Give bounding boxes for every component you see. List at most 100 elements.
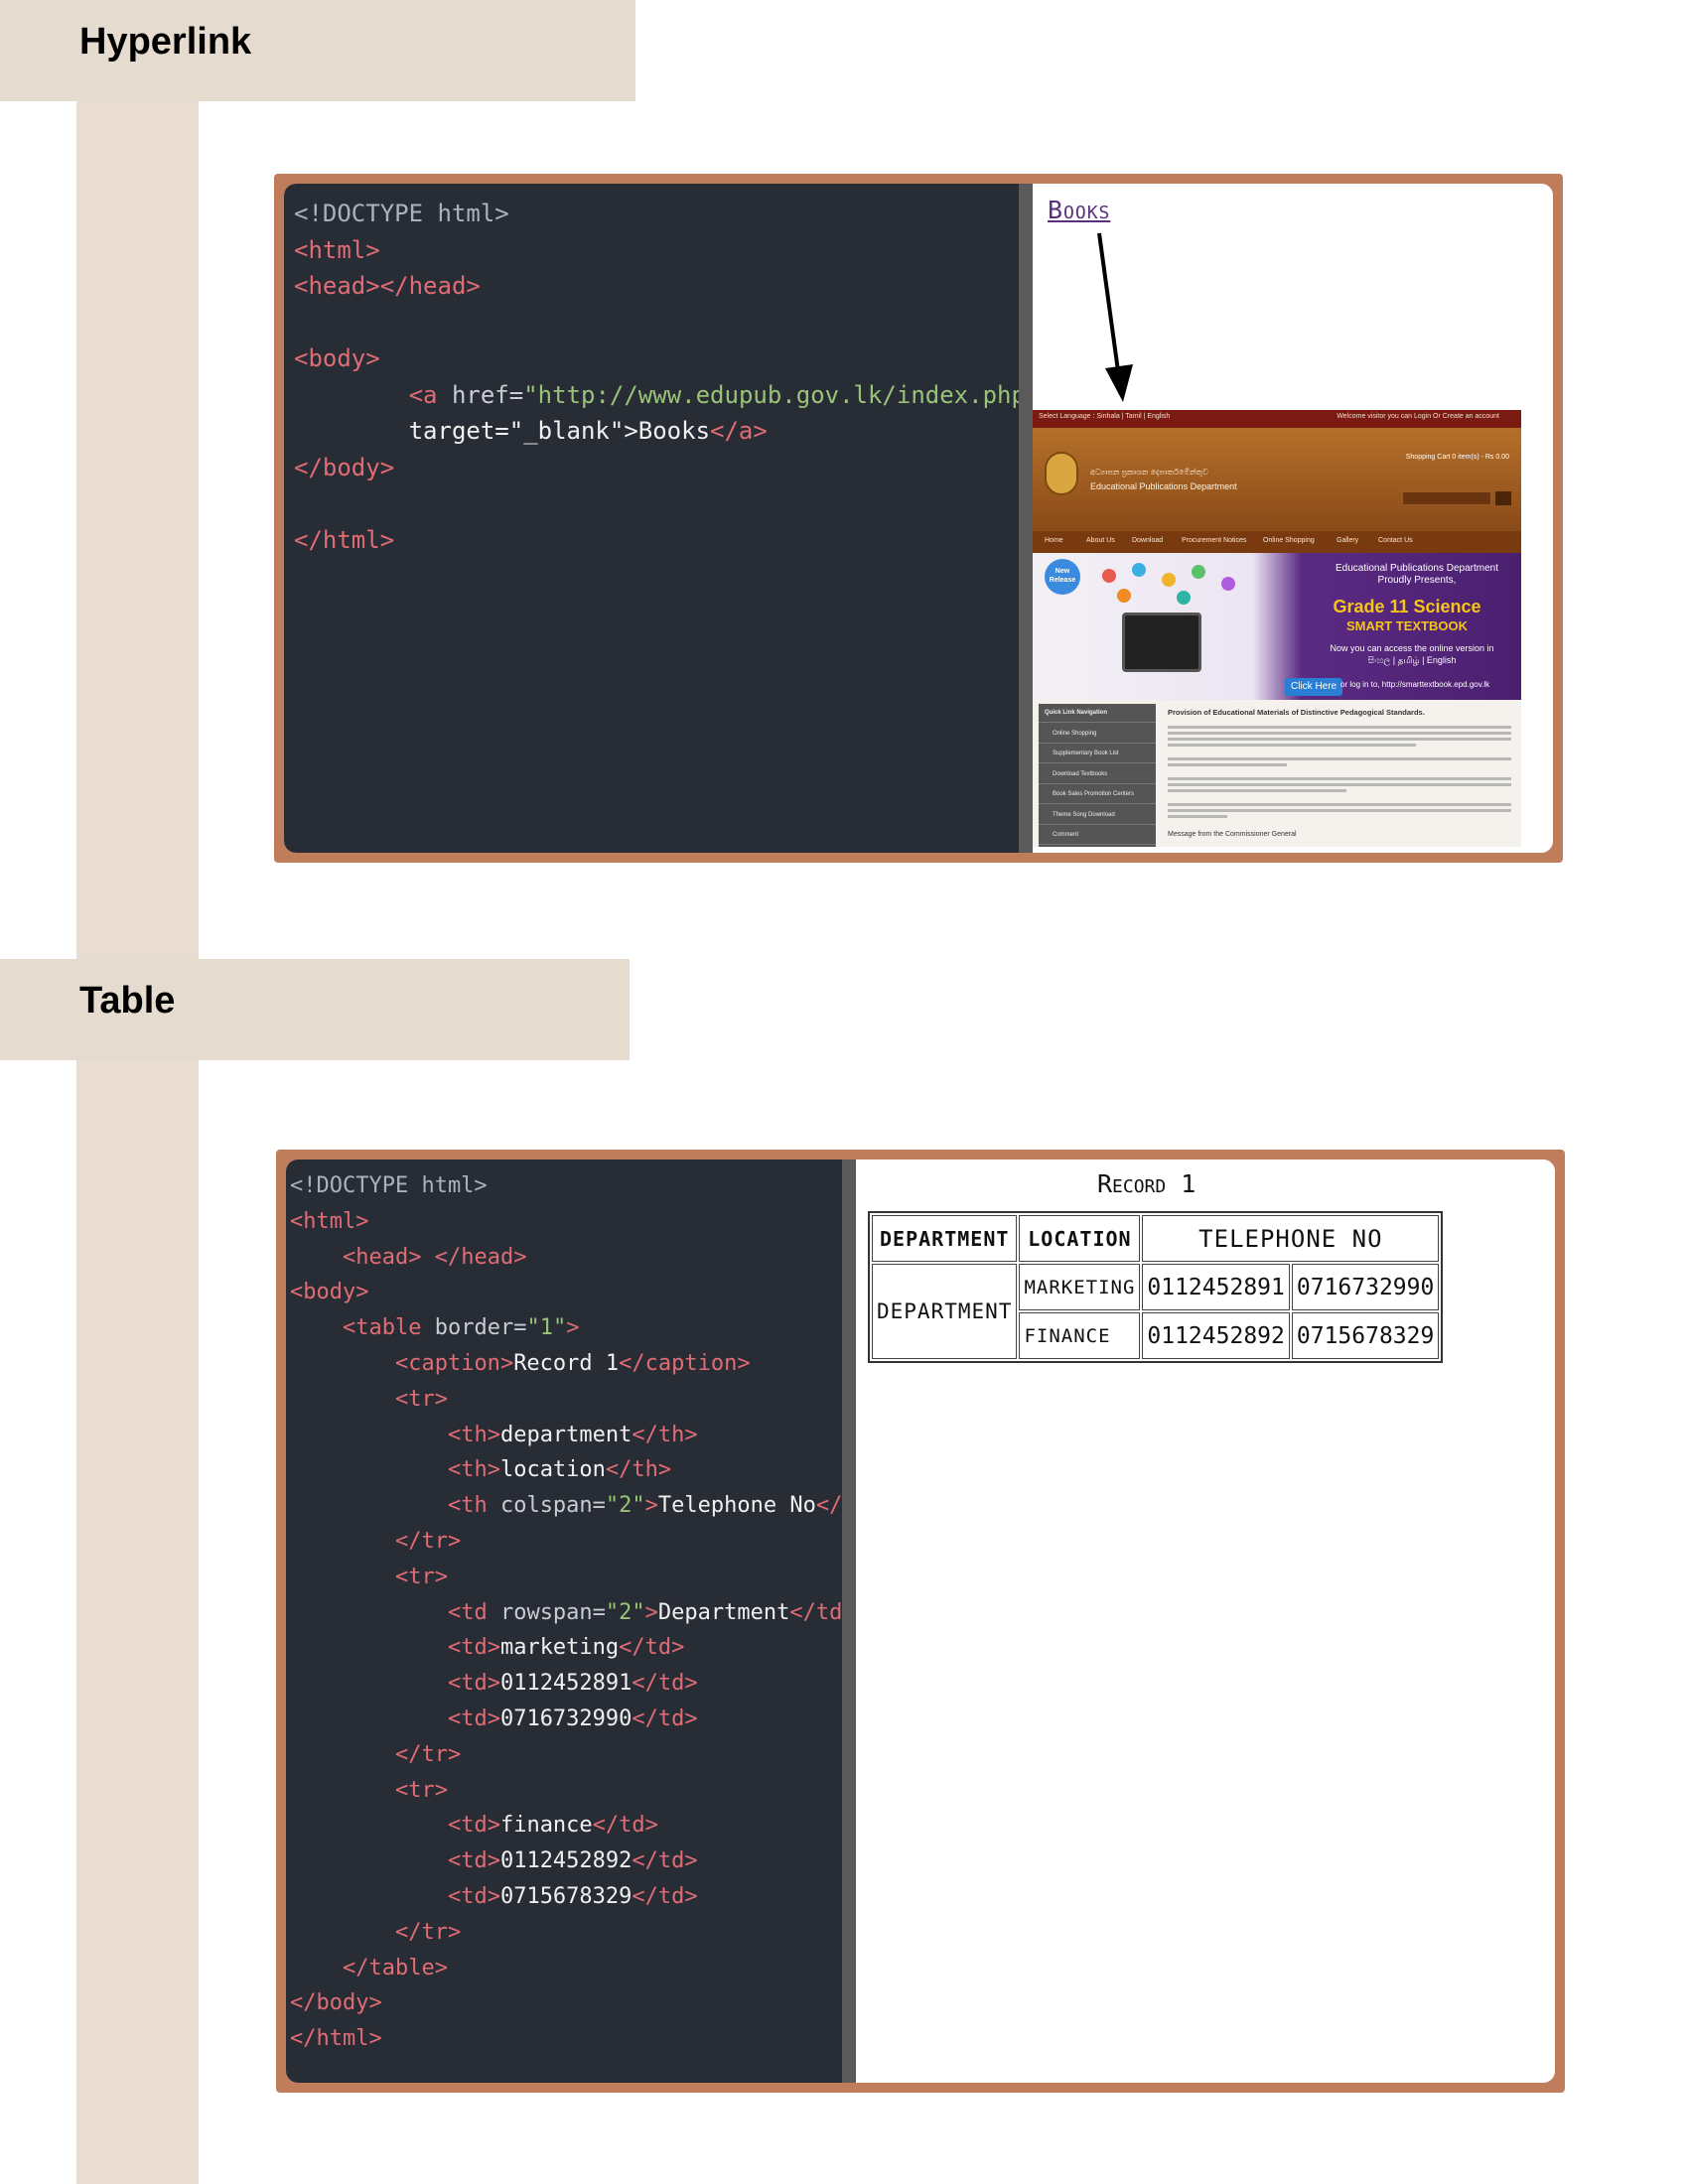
table-cell: 0112452891 bbox=[1142, 1264, 1290, 1310]
code-line: <body> bbox=[290, 1280, 369, 1305]
hero-login-link[interactable]: or log in to, http://smarttextbook.epd.g… bbox=[1340, 680, 1489, 689]
linked-website-screenshot: Select Language : Sinhala | Tamil | Engl… bbox=[1033, 410, 1521, 847]
code-line: <tr> bbox=[394, 1564, 448, 1589]
site-name-local: අධ්‍යාපන ප්‍රකාශන දෙපාර්තමේන්තුව bbox=[1090, 468, 1208, 477]
code-line: <html> bbox=[294, 235, 380, 264]
table-cell: 0715678329 bbox=[1291, 1312, 1440, 1359]
code-line: <td>0112452892</td> bbox=[447, 1848, 698, 1874]
hero-description: Now you can access the online version in… bbox=[1330, 643, 1494, 665]
quick-link-item[interactable]: Supplementary Book List bbox=[1039, 745, 1156, 763]
code-line: <td>0715678329</td> bbox=[447, 1884, 698, 1909]
search-icon[interactable] bbox=[1495, 491, 1511, 505]
code-line: <!DOCTYPE html> bbox=[294, 200, 509, 227]
code-line: </tr> bbox=[394, 1741, 462, 1767]
table-header-row: department location Telephone No bbox=[872, 1215, 1440, 1262]
code-line: <tr> bbox=[394, 1777, 448, 1803]
language-selector[interactable]: Select Language : Sinhala | Tamil | Engl… bbox=[1039, 413, 1170, 420]
quick-link-item[interactable]: Book Sales Promotion Centers bbox=[1039, 785, 1156, 804]
text-line bbox=[1168, 789, 1346, 792]
section-heading-hyperlink: Hyperlink bbox=[0, 0, 635, 101]
code-editor-pane: <!DOCTYPE html> <html> <head></head> <body>… bbox=[284, 184, 1040, 853]
code-line: <tr> bbox=[394, 1386, 448, 1412]
quick-link-item[interactable]: Online Shopping bbox=[1039, 725, 1156, 744]
new-release-badge: New Release bbox=[1045, 559, 1080, 595]
code-line: <head> </head> bbox=[342, 1244, 527, 1270]
quick-link-item[interactable]: Comment bbox=[1039, 826, 1156, 845]
code-line: <html> bbox=[290, 1208, 369, 1234]
text-line bbox=[1168, 803, 1511, 806]
site-nav-item[interactable]: Download bbox=[1132, 537, 1163, 544]
section-heading-table: Table bbox=[0, 959, 630, 1060]
code-line: <td>finance</td> bbox=[447, 1813, 658, 1839]
code-line: </table> bbox=[342, 1955, 448, 1980]
site-topbar: Select Language : Sinhala | Tamil | Engl… bbox=[1033, 410, 1521, 428]
table-example-screenshot: <!DOCTYPE html> <html> <head> </head> <bod… bbox=[276, 1150, 1565, 2093]
code-line: <td>0112452891</td> bbox=[447, 1671, 698, 1697]
code-editor-pane: <!DOCTYPE html> <html> <head> </head> <bod… bbox=[286, 1160, 882, 2083]
pane-divider bbox=[842, 1160, 856, 2083]
text-line bbox=[1168, 815, 1227, 818]
code-line: <!DOCTYPE html> bbox=[290, 1173, 488, 1198]
section-title: Hyperlink bbox=[79, 21, 252, 63]
site-banner: අධ්‍යාපන ප්‍රකාශන දෙපාර්තමේන්තුව Educati… bbox=[1033, 428, 1521, 531]
table-cell: 0716732990 bbox=[1291, 1264, 1440, 1310]
text-line bbox=[1168, 809, 1511, 812]
left-decorative-bar bbox=[76, 0, 199, 2184]
code-line: <caption>Record 1</caption> bbox=[394, 1351, 751, 1376]
pane-divider bbox=[1019, 184, 1033, 853]
quick-link-sidebar: Quick Link Navigation Online Shopping Supp… bbox=[1039, 704, 1156, 847]
shopping-cart[interactable]: Shopping Cart 0 item(s) - Rs 0.00 bbox=[1406, 454, 1509, 461]
text-line bbox=[1168, 738, 1511, 741]
code-line: </body> bbox=[290, 1990, 382, 2016]
header-cell: department bbox=[872, 1215, 1018, 1262]
quick-link-item: Quick Link Navigation bbox=[1039, 704, 1156, 723]
table-caption: Record 1 bbox=[1097, 1169, 1196, 1198]
code-line: </html> bbox=[290, 2026, 382, 2052]
site-main-footer: Message from the Commissioner General bbox=[1168, 831, 1297, 838]
site-nav-item[interactable]: Procurement Notices bbox=[1182, 537, 1246, 544]
code-line: </html> bbox=[294, 525, 395, 554]
site-nav-item[interactable]: Online Shopping bbox=[1263, 537, 1315, 544]
site-nav-item[interactable]: Contact Us bbox=[1378, 537, 1413, 544]
emblem-icon bbox=[1045, 452, 1078, 495]
code-line: <table border="1"> bbox=[342, 1315, 580, 1341]
code-line: <th colspan="2">Telephone No</th> bbox=[447, 1493, 882, 1519]
site-nav-item[interactable]: Home bbox=[1045, 537, 1063, 544]
code-line: <head></head> bbox=[294, 272, 481, 300]
arrow-down-icon bbox=[1097, 232, 1133, 402]
site-nav-item[interactable]: Gallery bbox=[1336, 537, 1358, 544]
site-nav: Home About Us Download Procurement Notices O… bbox=[1033, 531, 1521, 553]
hero-subtitle: SMART TEXTBOOK bbox=[1345, 618, 1469, 633]
code-line: <th>department</th> bbox=[447, 1422, 698, 1447]
table-cell: marketing bbox=[1019, 1264, 1141, 1310]
site-main-heading: Provision of Educational Materials of Di… bbox=[1168, 708, 1425, 717]
tablet-image bbox=[1122, 613, 1201, 672]
table-row: Department marketing 0112452891 07167329… bbox=[872, 1264, 1440, 1359]
account-links[interactable]: Welcome visitor you can Login Or Create … bbox=[1336, 413, 1499, 420]
code-line: <td rowspan="2">Department</td> bbox=[447, 1599, 856, 1625]
code-line: <td>0716732990</td> bbox=[447, 1706, 698, 1731]
quick-link-item[interactable]: Theme Song Download bbox=[1039, 806, 1156, 825]
quick-link-item[interactable]: Download Textbooks bbox=[1039, 765, 1156, 784]
browser-preview-pane: Record 1 department location Telephone N… bbox=[856, 1160, 1555, 2083]
code-line: </tr> bbox=[394, 1919, 462, 1945]
code-line: </tr> bbox=[394, 1529, 462, 1554]
text-line bbox=[1168, 732, 1511, 735]
books-link[interactable]: Books bbox=[1048, 196, 1110, 224]
text-line bbox=[1168, 726, 1511, 729]
text-line bbox=[1168, 763, 1287, 766]
text-line bbox=[1168, 757, 1511, 760]
table-cell: Department bbox=[872, 1264, 1018, 1359]
decorative-icons bbox=[1092, 563, 1251, 605]
click-here-button[interactable]: Click Here bbox=[1285, 678, 1343, 696]
site-search-input[interactable] bbox=[1402, 491, 1491, 505]
code-line: <td>marketing</td> bbox=[447, 1635, 685, 1661]
code-line: </body> bbox=[294, 453, 395, 481]
text-line bbox=[1168, 777, 1511, 780]
header-cell: location bbox=[1019, 1215, 1141, 1262]
hero-intro: Educational Publications Department Prou… bbox=[1336, 563, 1498, 586]
site-nav-item[interactable]: About Us bbox=[1086, 537, 1115, 544]
text-line bbox=[1168, 744, 1416, 747]
table-cell: finance bbox=[1019, 1312, 1141, 1359]
hero-title: Grade 11 Science bbox=[1333, 597, 1481, 616]
